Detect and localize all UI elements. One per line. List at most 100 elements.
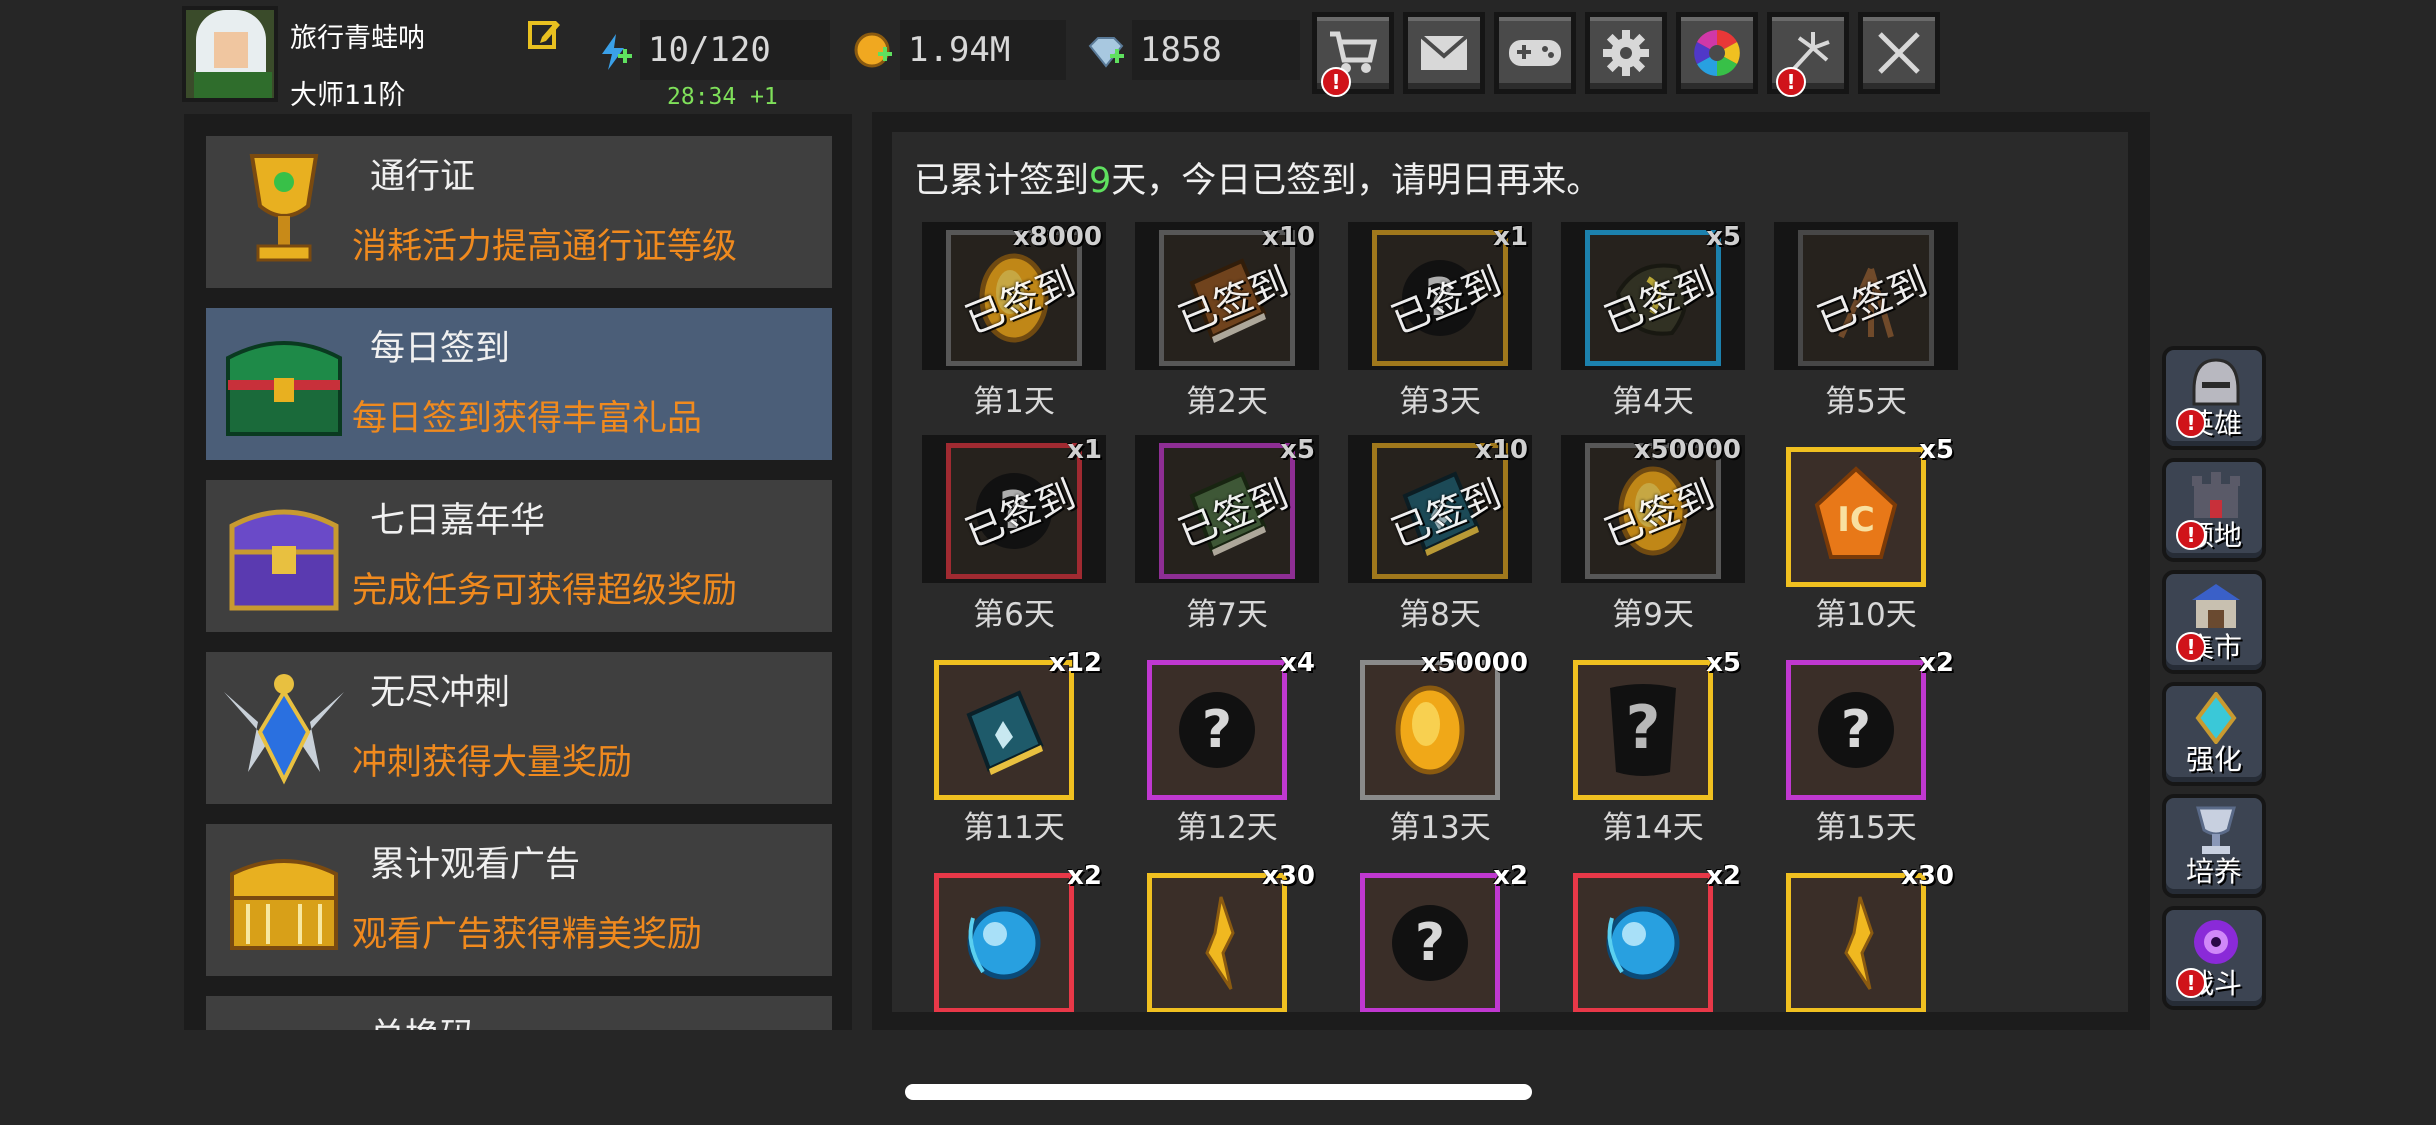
menu-item-daily-signin[interactable]: 每日签到 每日签到获得丰富礼品 xyxy=(206,308,832,460)
reward-day-1[interactable]: 已签到 x8000 第1天 xyxy=(922,222,1112,422)
reward-day-4[interactable]: 已签到 x5 第4天 xyxy=(1561,222,1751,422)
day-label: 第11天 xyxy=(963,810,1065,846)
menu-item-seven-day-carnival[interactable]: 七日嘉年华 完成任务可获得超级奖励 xyxy=(206,480,832,632)
reward-quantity: x2 xyxy=(1493,861,1528,891)
purple-chest-icon xyxy=(229,509,339,611)
golden-chalice-icon xyxy=(249,154,319,262)
reward-day-3[interactable]: ? 已签到 x1 第3天 xyxy=(1348,222,1538,422)
reward-day-9[interactable]: 已签到 x50000 第9天 xyxy=(1561,435,1751,635)
edit-name-icon[interactable] xyxy=(528,17,562,51)
reward-quantity: x12 xyxy=(1049,648,1102,678)
day-label: 第6天 xyxy=(973,597,1055,633)
day-label: 第7天 xyxy=(1186,597,1268,633)
fireworks-button[interactable]: ! xyxy=(1767,12,1849,97)
svg-text:IC: IC xyxy=(1837,500,1875,540)
day-label: 第13天 xyxy=(1389,810,1491,846)
alert-badge: ! xyxy=(2176,968,2206,998)
menu-subtitle: 消耗活力提高通行证等级 xyxy=(352,227,738,267)
reward-quantity: x10 xyxy=(1475,435,1528,465)
reward-quantity: x30 xyxy=(1901,861,1954,891)
reward-day-6[interactable]: ? 已签到 x1 第6天 xyxy=(922,435,1112,635)
gamepad-icon xyxy=(1509,40,1561,66)
menu-item-redeem-code[interactable]: 兑换码 xyxy=(206,996,832,1030)
side-nav-helmet[interactable]: 英雄! xyxy=(2162,346,2266,450)
menu-item-endless-sprint[interactable]: 无尽冲刺 冲刺获得大量奖励 xyxy=(206,652,832,804)
day-label: 第4天 xyxy=(1612,384,1694,420)
reward-quantity: x8000 xyxy=(1012,222,1102,252)
reward-quantity: x50000 xyxy=(1633,435,1741,465)
green-chest-icon xyxy=(226,341,342,436)
reward-slot: ? xyxy=(1147,660,1287,800)
day-label: 第8天 xyxy=(1399,597,1481,633)
day-label: 第5天 xyxy=(1825,384,1907,420)
reward-quantity: x1 xyxy=(1493,222,1528,252)
svg-text:?: ? xyxy=(1202,700,1232,760)
side-nav-market[interactable]: 集市! xyxy=(2162,570,2266,674)
reward-slot: ? xyxy=(1573,660,1713,800)
alert-badge: ! xyxy=(2176,408,2206,438)
reward-day-10[interactable]: IC x5 第10天 xyxy=(1774,435,1964,635)
player-name: 旅行青蛙呐 xyxy=(290,23,425,54)
menu-item-pass[interactable]: 通行证 消耗活力提高通行证等级 xyxy=(206,136,832,288)
menu-subtitle: 观看广告获得精美奖励 xyxy=(352,915,703,955)
side-nav-enhance-crystal[interactable]: 强化 xyxy=(2162,682,2266,786)
reward-slot xyxy=(934,873,1074,1012)
gems-value: 1858 xyxy=(1132,20,1300,80)
side-nav-portal[interactable]: 战斗! xyxy=(2162,906,2266,1010)
reward-day-8[interactable]: 已签到 x10 第8天 xyxy=(1348,435,1538,635)
reward-day-16[interactable]: x2第16天 xyxy=(922,861,1112,1012)
alert-badge: ! xyxy=(1321,67,1351,97)
menu-title: 通行证 xyxy=(370,157,476,197)
reward-slot xyxy=(1360,660,1500,800)
side-nav-castle[interactable]: 领地! xyxy=(2162,458,2266,562)
alert-badge: ! xyxy=(2176,520,2206,550)
day-label: 第2天 xyxy=(1186,384,1268,420)
player-avatar[interactable] xyxy=(182,6,278,102)
reward-slot xyxy=(1147,873,1287,1012)
color-wheel-button[interactable] xyxy=(1676,12,1758,94)
shop-button[interactable]: ! xyxy=(1312,12,1394,97)
day-label: 第10天 xyxy=(1815,597,1917,633)
reward-day-2[interactable]: 已签到 x10 第2天 xyxy=(1135,222,1325,422)
side-nav-chalice[interactable]: 培养 xyxy=(2162,794,2266,898)
reward-day-11[interactable]: x12 第11天 xyxy=(922,648,1112,848)
reward-day-14[interactable]: ? x5 第14天 xyxy=(1561,648,1751,848)
home-indicator[interactable] xyxy=(905,1084,1532,1100)
alert-badge: ! xyxy=(1776,67,1806,97)
reward-day-15[interactable]: ? x2 第15天 xyxy=(1774,648,1964,848)
side-nav-label: 培养 xyxy=(2185,855,2242,888)
menu-item-ad-rewards[interactable]: 累计观看广告 观看广告获得精美奖励 xyxy=(206,824,832,976)
reward-slot: ? xyxy=(1360,873,1500,1012)
day-label: 第1天 xyxy=(973,384,1055,420)
day-label: 第12天 xyxy=(1176,810,1278,846)
mail-icon xyxy=(1419,34,1469,70)
reward-slot xyxy=(1573,873,1713,1012)
winged-crystal-icon xyxy=(224,674,344,785)
crossed-swords-icon xyxy=(1878,32,1920,74)
reward-day-19[interactable]: x2第19天 xyxy=(1561,861,1751,1012)
gamepad-button[interactable] xyxy=(1494,12,1576,94)
reward-quantity: x1 xyxy=(1067,435,1102,465)
player-rank: 大师11阶 xyxy=(290,80,406,111)
menu-subtitle: 每日签到获得丰富礼品 xyxy=(352,399,703,439)
reward-day-13[interactable]: x50000 第13天 xyxy=(1348,648,1538,848)
reward-quantity: x5 xyxy=(1280,435,1315,465)
day-label: 第3天 xyxy=(1399,384,1481,420)
mail-button[interactable] xyxy=(1403,12,1485,94)
activity-menu: 通行证 消耗活力提高通行证等级 每日签到 每日签到获得丰富礼品 七日嘉年华 完成… xyxy=(184,114,852,1030)
reward-day-7[interactable]: 已签到 x5 第7天 xyxy=(1135,435,1325,635)
battle-log-button[interactable] xyxy=(1858,12,1940,94)
reward-day-20[interactable]: x30第20天 xyxy=(1774,861,1964,1012)
reward-day-5[interactable]: 已签到 第5天 xyxy=(1774,222,1964,422)
reward-quantity: x10 xyxy=(1262,222,1315,252)
gold-value: 1.94M xyxy=(900,20,1066,80)
reward-day-12[interactable]: ? x4 第12天 xyxy=(1135,648,1325,848)
reward-slot: ? xyxy=(1786,660,1926,800)
stamina-value: 10/120 xyxy=(640,20,830,80)
svg-text:?: ? xyxy=(1415,913,1445,973)
signin-status: 已累计签到9天，今日已签到，请明日再来。 xyxy=(914,161,1602,201)
settings-button[interactable] xyxy=(1585,12,1667,94)
reward-day-17[interactable]: x30第17天 xyxy=(1135,861,1325,1012)
reward-day-18[interactable]: ?x2第18天 xyxy=(1348,861,1538,1012)
gear-icon xyxy=(1603,30,1649,76)
